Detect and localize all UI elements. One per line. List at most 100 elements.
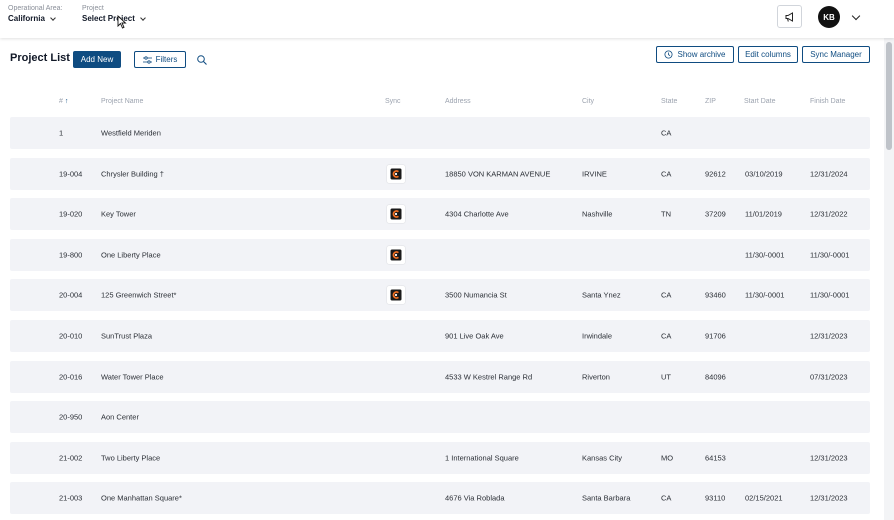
table-row[interactable]: 20-016 Water Tower Place 4533 W Kestrel Ra… — [10, 360, 870, 393]
column-header-address[interactable]: Address — [445, 98, 471, 105]
row-state: TN — [661, 209, 671, 219]
row-number: 21-003 — [59, 493, 83, 503]
row-project-name[interactable]: Water Tower Place — [101, 372, 164, 381]
row-zip: 64153 — [705, 453, 726, 463]
row-zip: 37209 — [705, 209, 726, 219]
row-city: Santa Ynez — [582, 290, 621, 300]
top-bar: Operational Area: California Project Sel… — [0, 0, 894, 38]
row-finish-date: 12/31/2023 — [810, 493, 848, 503]
row-finish-date: 11/30/-0001 — [810, 290, 850, 300]
row-address: 901 Live Oak Ave — [445, 331, 504, 341]
column-header-number[interactable]: # ↑ — [59, 98, 68, 105]
row-city: Nashville — [582, 209, 613, 219]
row-address: 4533 W Kestrel Range Rd — [445, 372, 533, 382]
column-header-city[interactable]: City — [582, 98, 594, 105]
filter-sliders-icon — [142, 55, 152, 64]
chevron-down-icon[interactable] — [851, 11, 861, 21]
operational-area-value: California — [8, 14, 45, 23]
megaphone-icon — [785, 11, 793, 22]
sync-logo-icon — [390, 208, 402, 220]
row-zip: 93460 — [705, 290, 726, 300]
column-header-finish-date[interactable]: Finish Date — [810, 98, 845, 105]
row-project-name[interactable]: Westfield Meriden — [101, 129, 161, 138]
sort-up-arrow-icon: ↑ — [64, 98, 69, 105]
column-header-project-name[interactable]: Project Name — [101, 98, 143, 105]
show-archive-button[interactable]: Show archive — [656, 46, 734, 63]
row-number: 21-002 — [59, 453, 83, 463]
row-state: CA — [661, 290, 672, 300]
row-zip: 84096 — [705, 372, 726, 382]
column-header-sync[interactable]: Sync — [385, 98, 401, 105]
row-project-name[interactable]: Two Liberty Place — [101, 453, 160, 462]
row-state: CA — [661, 331, 672, 341]
column-header-state[interactable]: State — [661, 98, 677, 105]
row-zip: 91706 — [705, 331, 726, 341]
operational-area-dropdown[interactable]: California — [8, 13, 62, 25]
project-selector[interactable]: Project Select Project — [82, 4, 146, 25]
row-city: Irwindale — [582, 331, 613, 341]
column-header-start-date[interactable]: Start Date — [744, 98, 776, 105]
row-number: 20-950 — [59, 412, 83, 422]
row-project-name[interactable]: 125 Greenwich Street* — [101, 291, 176, 300]
filters-button[interactable]: Filters — [134, 51, 186, 68]
row-number: 20-010 — [59, 331, 83, 341]
table-row[interactable]: 20-010 SunTrust Plaza 901 Live Oak Ave Irwi… — [10, 320, 870, 352]
column-header-number-label: # — [59, 98, 63, 105]
row-state: UT — [661, 372, 671, 382]
row-zip: 92612 — [705, 169, 726, 179]
column-header-zip[interactable]: ZIP — [705, 98, 716, 105]
sync-integration-icon[interactable] — [387, 245, 405, 264]
edit-columns-button[interactable]: Edit columns — [738, 46, 798, 63]
row-start-date: 11/30/-0001 — [745, 250, 785, 260]
row-zip: 93110 — [705, 493, 726, 503]
row-number: 20-004 — [59, 290, 83, 300]
row-address: 4676 Via Roblada — [445, 493, 505, 503]
row-project-name[interactable]: Chrysler Building † — [101, 169, 164, 178]
row-city: Riverton — [582, 372, 610, 382]
announcements-button[interactable] — [777, 5, 802, 28]
table-row[interactable]: 21-003 One Manhattan Square* 4676 Via Robl… — [10, 482, 870, 515]
row-start-date: 11/01/2019 — [745, 209, 782, 219]
filters-label: Filters — [155, 55, 178, 64]
row-project-name[interactable]: SunTrust Plaza — [101, 332, 152, 341]
chevron-down-icon — [50, 15, 56, 21]
row-number: 19-020 — [59, 209, 83, 219]
sync-integration-icon[interactable] — [387, 164, 405, 183]
row-address: 3500 Numancia St — [445, 290, 507, 300]
search-icon[interactable] — [196, 54, 208, 66]
show-archive-label: Show archive — [677, 50, 726, 59]
row-finish-date: 12/31/2023 — [810, 453, 848, 463]
operational-area-selector[interactable]: Operational Area: California — [8, 4, 62, 25]
sync-integration-icon[interactable] — [387, 205, 405, 224]
row-project-name[interactable]: One Manhattan Square* — [101, 494, 182, 503]
row-number: 19-800 — [59, 250, 83, 260]
user-avatar[interactable]: KB — [818, 6, 840, 28]
sync-logo-icon — [390, 249, 402, 261]
row-project-name[interactable]: Aon Center — [101, 413, 139, 422]
row-city: Santa Barbara — [582, 493, 631, 503]
row-project-name[interactable]: Key Tower — [101, 210, 136, 219]
row-state: MO — [661, 453, 674, 463]
table-row[interactable]: 19-004 Chrysler Building † 18850 VON KARMA… — [10, 157, 870, 190]
page-title: Project List — [10, 52, 70, 64]
row-start-date: 03/10/2019 — [745, 169, 783, 179]
add-new-button[interactable]: Add New — [73, 51, 121, 68]
row-start-date: 02/15/2021 — [745, 493, 783, 503]
table-row[interactable]: 21-002 Two Liberty Place 1 International S… — [10, 441, 870, 474]
table-row[interactable]: 1 Westfield Meriden CA — [10, 117, 870, 149]
table-row[interactable]: 20-950 Aon Center — [10, 401, 870, 434]
sync-manager-button[interactable]: Sync Manager — [802, 46, 870, 63]
row-number: 1 — [59, 128, 64, 138]
table-row[interactable]: 20-004 125 Greenwich Street* 3500 Numancia… — [10, 279, 870, 312]
row-city: Kansas City — [582, 453, 623, 463]
row-finish-date: 12/31/2023 — [810, 331, 848, 341]
project-dropdown[interactable]: Select Project — [82, 13, 146, 25]
sync-integration-icon[interactable] — [387, 286, 405, 305]
row-project-name[interactable]: One Liberty Place — [101, 250, 161, 259]
row-number: 19-004 — [59, 169, 83, 179]
vertical-scrollbar-thumb[interactable] — [886, 42, 892, 150]
table-row[interactable]: 19-800 One Liberty Place 11/30/-0001 11/30/… — [10, 238, 870, 271]
table-row[interactable]: 19-020 Key Tower 4304 Charlotte Ave Nashvil… — [10, 198, 870, 231]
mouse-cursor-icon — [117, 15, 127, 29]
row-address: 18850 VON KARMAN AVENUE — [445, 169, 551, 179]
